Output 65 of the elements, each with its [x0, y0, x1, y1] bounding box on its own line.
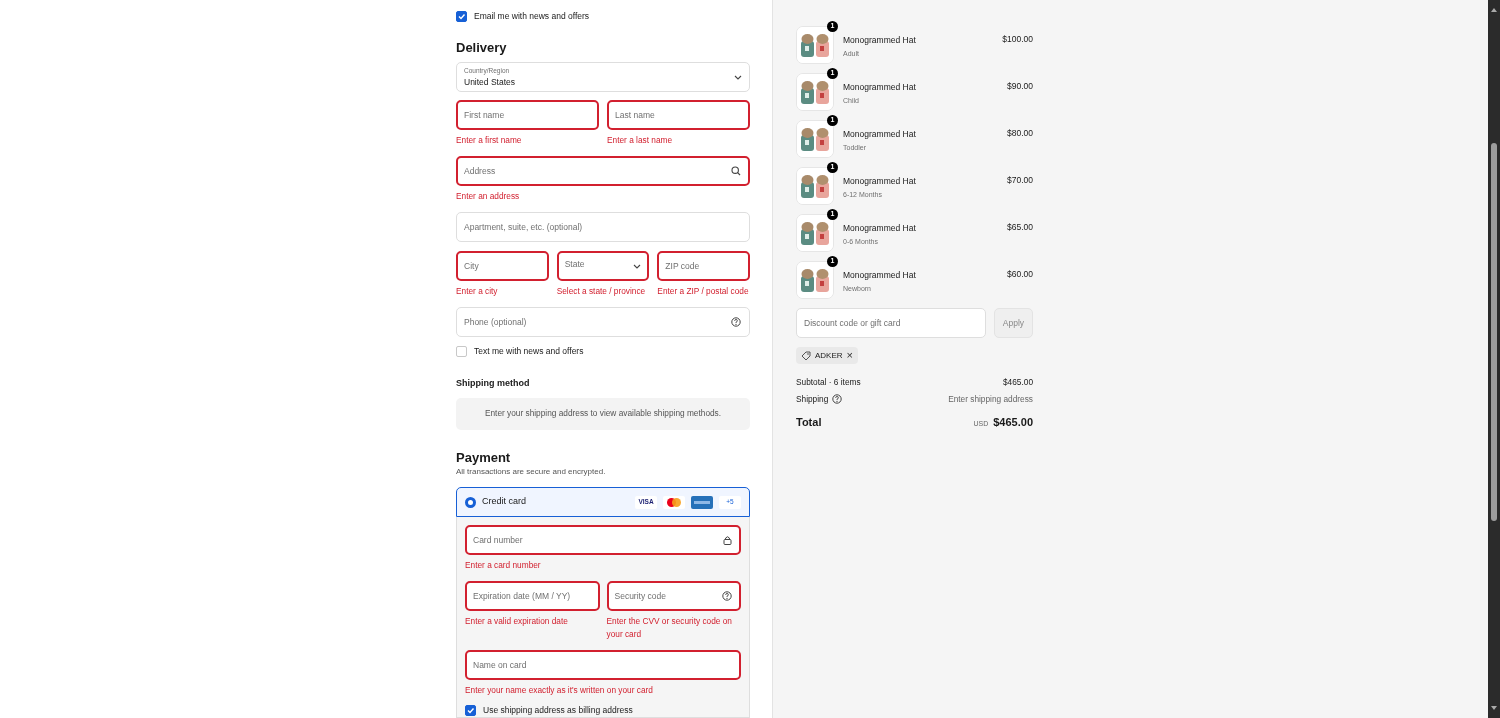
- chevron-down-icon: [734, 73, 742, 81]
- error-message: Enter a valid expiration date: [465, 615, 569, 629]
- select-value: United States: [464, 75, 517, 89]
- error-message: Enter a first name: [456, 134, 523, 148]
- checkbox-label: Text me with news and offers: [474, 345, 584, 359]
- search-icon: [731, 166, 741, 177]
- product-price: $70.00: [1007, 174, 1033, 187]
- section-heading: Payment: [456, 449, 512, 466]
- error-message: Enter a card number: [465, 559, 542, 573]
- summary-value: Enter shipping address: [948, 392, 1033, 406]
- help-icon: [722, 591, 732, 602]
- product-name: Monogrammed Hat: [843, 128, 916, 141]
- checkbox-label: Email me with news and offers: [474, 10, 590, 23]
- chevron-down-icon: [633, 262, 642, 270]
- remove-button[interactable]: ×: [846, 350, 853, 361]
- product-price: $90.00: [1007, 80, 1033, 93]
- product-price: $65.00: [1007, 221, 1033, 234]
- help-icon: [832, 394, 843, 404]
- summary-label: Subtotal · 6 items: [796, 375, 861, 389]
- summary-value: $465.00: [1003, 375, 1033, 389]
- section-subtitle: All transactions are secure and encrypted.: [456, 466, 607, 479]
- scrollbar[interactable]: [1488, 0, 1500, 718]
- section-subheading: Shipping method: [456, 377, 531, 391]
- section-heading: Delivery: [456, 39, 508, 56]
- card-brand-icon: [663, 495, 685, 509]
- product-name: Monogrammed Hat: [843, 175, 916, 188]
- summary-label: Shipping: [796, 392, 829, 406]
- error-message: Select a state / province: [556, 285, 647, 299]
- input-field[interactable]: Card number: [465, 525, 741, 556]
- card-brand-icon: [691, 495, 713, 509]
- product-price: $60.00: [1007, 268, 1033, 281]
- checkbox[interactable]: [465, 705, 476, 717]
- radio-button[interactable]: [465, 496, 476, 508]
- product-price: $80.00: [1007, 127, 1033, 140]
- help-icon: [731, 317, 741, 328]
- checkbox[interactable]: [456, 346, 467, 358]
- product-name: Monogrammed Hat: [843, 81, 916, 94]
- total-label: Total: [796, 415, 822, 430]
- product-name: Monogrammed Hat: [843, 34, 916, 47]
- tag-icon: [801, 350, 811, 361]
- select-field[interactable]: State: [556, 251, 650, 282]
- error-message: Enter a last name: [607, 134, 674, 148]
- shipping-notice: Enter your shipping address to view available shipping methods.: [456, 397, 750, 430]
- product-name: Monogrammed Hat: [843, 222, 916, 235]
- total-value: $465.00: [993, 415, 1033, 430]
- lock-icon: [723, 535, 732, 546]
- input-field[interactable]: Expiration date (MM / YY): [465, 581, 600, 612]
- input-field[interactable]: First name: [456, 100, 599, 131]
- search-field[interactable]: Address: [456, 156, 750, 187]
- input-field[interactable]: Last name: [607, 100, 750, 131]
- product-name: Monogrammed Hat: [843, 269, 916, 282]
- product-price: $100.00: [1002, 33, 1033, 46]
- checkbox[interactable]: [456, 10, 467, 22]
- tag-code: ADKER: [815, 349, 843, 362]
- input-field[interactable]: Security code: [606, 581, 741, 612]
- option-label: Credit card: [482, 495, 526, 509]
- error-message: Enter the CVV or security code on your card: [606, 615, 733, 642]
- input-field[interactable]: Name on card: [465, 650, 741, 681]
- error-message: Enter your name exactly as it's written on your card: [465, 684, 654, 698]
- error-message: Enter a ZIP / postal code: [657, 285, 750, 299]
- input-field[interactable]: City: [456, 251, 549, 282]
- checkbox-label: Use shipping address as billing address: [483, 704, 633, 717]
- input-field[interactable]: ZIP code: [657, 251, 750, 282]
- error-message: Enter an address: [456, 190, 521, 204]
- error-message: Enter a city: [456, 285, 499, 299]
